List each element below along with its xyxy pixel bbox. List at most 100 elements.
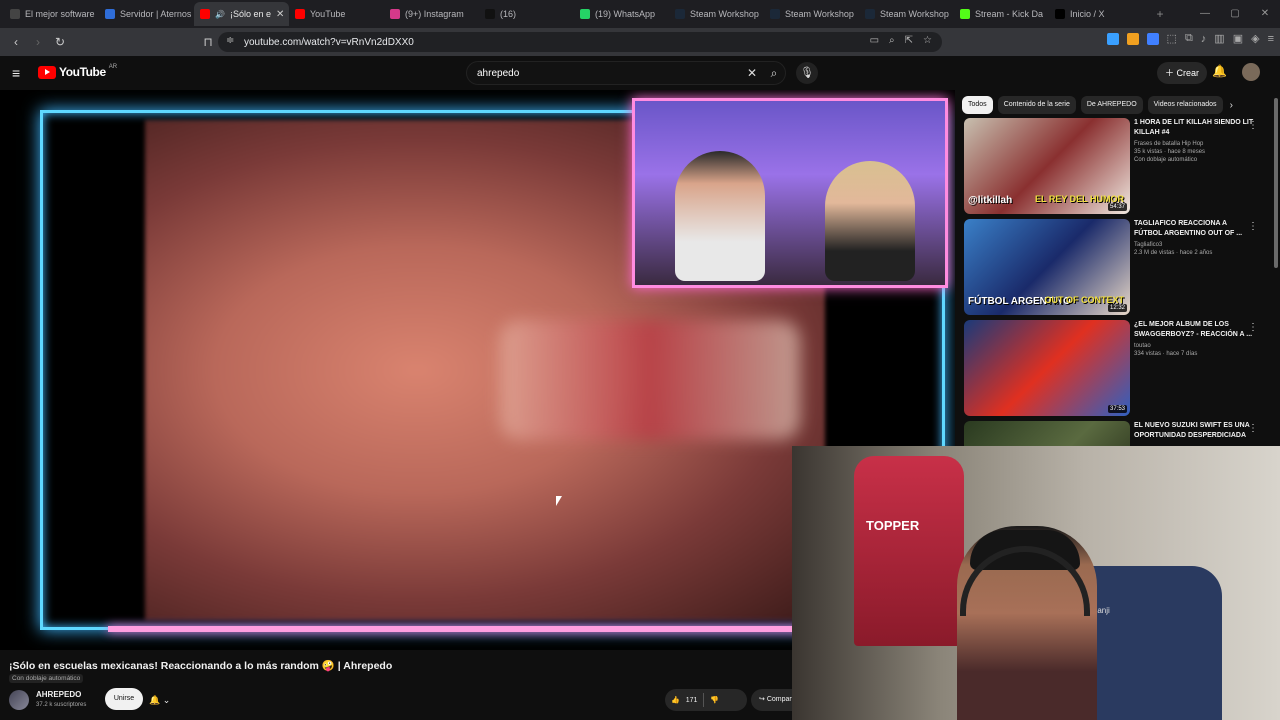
dubbing-badge: Con doblaje automático: [1134, 157, 1198, 163]
recommended-video[interactable]: FÚTBOL ARGENTINO OUT OF CONTEXT 12:32 TAGLI…: [964, 219, 1264, 315]
url-text: youtube.com/watch?v=vRnVn2dDXX0: [244, 36, 414, 48]
reload-icon[interactable]: ↻: [50, 32, 70, 52]
filter-chip[interactable]: Contenido de la serie: [997, 96, 1076, 114]
forward-icon[interactable]: ›: [28, 32, 48, 52]
person-man: [675, 151, 765, 281]
maximize-icon[interactable]: ▢: [1220, 0, 1250, 28]
minimize-icon[interactable]: —: [1190, 0, 1220, 28]
more-options-icon[interactable]: ⋮: [1248, 322, 1258, 333]
account-avatar[interactable]: [1242, 63, 1260, 81]
video-title[interactable]: TAGLIAFICO REACCIONA a FÚTBOL ARGENTINO …: [1134, 219, 1254, 239]
search-icon[interactable]: ⌕: [763, 66, 785, 81]
browser-tab[interactable]: (19) WhatsApp: [574, 2, 669, 26]
tab-favicon-icon: [10, 9, 20, 19]
audio-playing-icon[interactable]: 🔊: [215, 10, 225, 19]
tab-label: Steam Workshop: [785, 9, 854, 19]
tab-favicon-icon: [865, 9, 875, 19]
video-thumbnail[interactable]: FÚTBOL ARGENTINO OUT OF CONTEXT 12:32: [964, 219, 1130, 315]
chips-next-icon[interactable]: ›: [1230, 100, 1233, 111]
filter-chip[interactable]: De AHREPEDO: [1080, 96, 1143, 114]
logo-text: YouTube: [59, 65, 106, 79]
video-thumbnail[interactable]: @litkillah EL REY DEL HUMOR 54:37: [964, 118, 1130, 214]
microphone-icon[interactable]: 🎙: [796, 62, 818, 84]
filter-chip[interactable]: Todos: [962, 96, 993, 114]
sidebar-icon[interactable]: ▥: [1214, 32, 1224, 45]
mouse-cursor-icon: [556, 496, 562, 506]
views-and-date: 334 vistas · hace 7 días: [1134, 351, 1198, 357]
new-tab-icon[interactable]: +: [1150, 7, 1170, 21]
tab-label: El mejor software: [25, 9, 95, 19]
recommended-video[interactable]: @litkillah EL REY DEL HUMOR 54:37 1 HORA DE…: [964, 118, 1264, 214]
extension-icon[interactable]: [1126, 32, 1139, 45]
site-info-icon[interactable]: ≑: [226, 35, 234, 46]
channel-name[interactable]: toutao: [1134, 343, 1254, 349]
tab-favicon-icon: [485, 9, 495, 19]
extensions-area: ⬚ ⧉ ♪ ▥ ▣ ◈ ≡: [1106, 32, 1274, 45]
back-icon[interactable]: ‹: [6, 32, 26, 52]
more-options-icon[interactable]: ⋮: [1248, 221, 1258, 232]
hamburger-menu-icon[interactable]: ≡: [12, 65, 20, 81]
notifications-icon[interactable]: 🔔: [1212, 64, 1227, 78]
close-window-icon[interactable]: ✕: [1250, 0, 1280, 28]
music-icon[interactable]: ♪: [1201, 33, 1207, 45]
recommendations-sidebar: Todos Contenido de la serie De AHREPEDO Vid…: [962, 90, 1272, 517]
filter-chip[interactable]: Videos relacionados: [1147, 96, 1223, 114]
extension-icon[interactable]: [1106, 32, 1119, 45]
tab-label: Steam Workshop: [880, 9, 949, 19]
video-duration: 12:32: [1107, 304, 1127, 312]
browser-tab[interactable]: Steam Workshop: [764, 2, 859, 26]
create-button[interactable]: ＋ Crear: [1157, 62, 1208, 84]
tab-favicon-icon: [295, 9, 305, 19]
bookmark-icon[interactable]: ⊓: [198, 32, 218, 52]
jersey-on-wall: TOPPER: [854, 456, 964, 646]
video-title[interactable]: ¿EL MEJOR ALBUM DE LOS SWAGGERBOYZ? - RE…: [1134, 320, 1254, 340]
browser-tab[interactable]: Steam Workshop: [669, 2, 764, 26]
more-options-icon[interactable]: ⋮: [1248, 423, 1258, 434]
cast-icon[interactable]: ▭: [870, 35, 879, 46]
extensions-icon[interactable]: ⬚: [1167, 32, 1177, 45]
tab-close-icon[interactable]: ✕: [276, 9, 284, 20]
tab-favicon-icon: [675, 9, 685, 19]
browser-tab[interactable]: Steam Workshop: [859, 2, 954, 26]
search-box[interactable]: ahrepedo ✕ ⌕: [466, 61, 786, 85]
video-title[interactable]: El nuevo Suzuki Swift es una oportunidad…: [1134, 421, 1254, 441]
page-scrollbar[interactable]: [1274, 98, 1278, 268]
recommended-video[interactable]: 37:53 ¿EL MEJOR ALBUM DE LOS SWAGGERBOYZ?…: [964, 320, 1264, 416]
url-field[interactable]: ≑ youtube.com/watch?v=vRnVn2dDXX0 ▭ ⌕ ⇱ …: [218, 32, 942, 52]
menu-icon[interactable]: ≡: [1268, 33, 1274, 45]
wallet-icon[interactable]: ▣: [1233, 32, 1243, 45]
channel-avatar[interactable]: [9, 690, 29, 710]
dislike-icon[interactable]: 👎: [710, 696, 719, 704]
browser-tab[interactable]: YouTube: [289, 2, 384, 26]
youtube-header: ≡ YouTube AR ahrepedo ✕ ⌕ 🎙 ＋ Crear 🔔: [0, 56, 1280, 90]
tab-favicon-icon: [390, 9, 400, 19]
browser-tab[interactable]: 🔊 ¡Sólo en e ✕: [194, 2, 289, 26]
clear-search-icon[interactable]: ✕: [741, 66, 763, 80]
extension-icon[interactable]: [1146, 32, 1159, 45]
browser-tab[interactable]: Servidor | Aternos: [99, 2, 194, 26]
channel-name[interactable]: Tagliafico3: [1134, 242, 1254, 248]
browser-tab[interactable]: (9+) Instagram: [384, 2, 479, 26]
like-icon[interactable]: 👍: [671, 696, 680, 704]
zoom-icon[interactable]: ⌕: [889, 35, 895, 46]
share-page-icon[interactable]: ⇱: [905, 35, 913, 46]
subscribe-bell-icon[interactable]: 🔔 ⌄: [149, 690, 185, 710]
youtube-logo[interactable]: YouTube AR: [38, 64, 117, 79]
tab-favicon-icon: [105, 9, 115, 19]
more-options-icon[interactable]: ⋮: [1248, 120, 1258, 131]
video-thumbnail[interactable]: 37:53: [964, 320, 1130, 416]
filter-chips: Todos Contenido de la serie De AHREPEDO Vid…: [962, 93, 1272, 117]
join-button[interactable]: Unirse: [105, 688, 143, 710]
browser-tab[interactable]: Stream - Kick Da: [954, 2, 1049, 26]
browser-tab[interactable]: El mejor software: [4, 2, 99, 26]
channel-name[interactable]: Frases de batalla Hip Hop: [1134, 141, 1254, 147]
channel-name[interactable]: AHREPEDO: [36, 690, 81, 699]
video-title[interactable]: 1 HORA DE LIT KILLAH SIENDO LIT KILLAH #…: [1134, 118, 1254, 138]
star-icon[interactable]: ☆: [923, 35, 932, 46]
browser-tab[interactable]: Inicio / X: [1049, 2, 1144, 26]
search-input[interactable]: ahrepedo: [477, 68, 741, 79]
shield-icon[interactable]: ◈: [1251, 32, 1259, 45]
browser-tab[interactable]: (16): [479, 2, 574, 26]
tab-favicon-icon: [200, 9, 210, 19]
puzzle-icon[interactable]: ⧉: [1185, 32, 1193, 45]
